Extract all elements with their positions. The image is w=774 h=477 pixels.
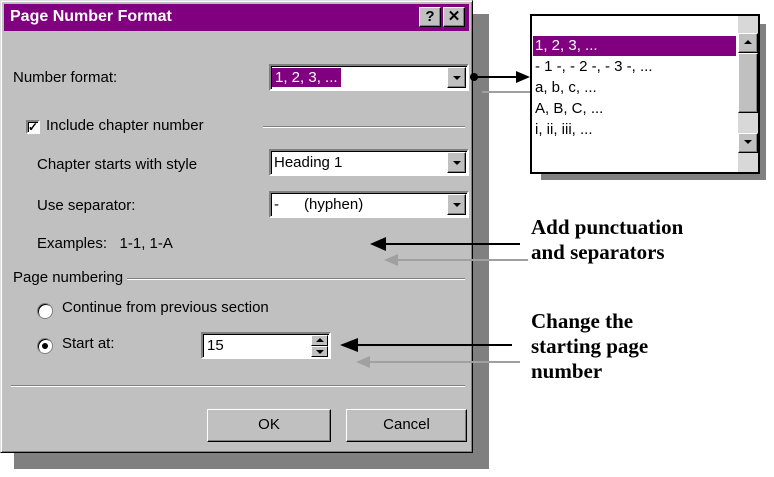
- annotation-line: number: [531, 359, 603, 383]
- punctuation-annotation: Add punctuation and separators: [531, 215, 683, 265]
- annotation-line: Change the: [531, 309, 634, 333]
- arrowhead-icon: [516, 71, 530, 83]
- annotation-line: and separators: [531, 240, 665, 264]
- arrowhead-shadow-icon: [384, 254, 398, 266]
- arrowhead-shadow-icon: [356, 356, 370, 368]
- annotation-line: Add punctuation: [531, 215, 684, 239]
- arrow-start-dot: [470, 73, 478, 81]
- start-page-annotation: Change the starting page number: [531, 309, 648, 384]
- arrowhead-icon: [370, 237, 386, 251]
- annotation-line: starting page: [531, 334, 649, 358]
- arrowhead-icon: [340, 338, 358, 352]
